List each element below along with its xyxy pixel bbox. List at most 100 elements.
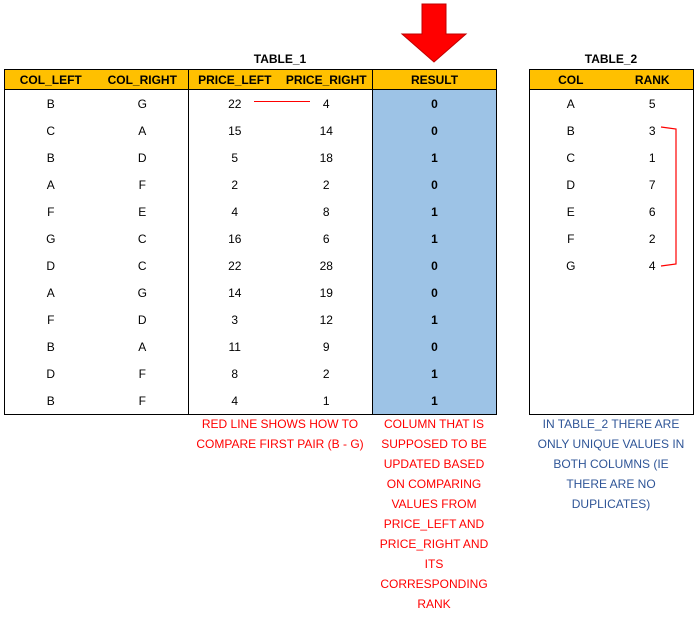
cell-col: G xyxy=(566,258,576,273)
table2-note: IN TABLE_2 THERE ARE ONLY UNIQUE VALUES I… xyxy=(529,414,693,514)
table1-row: B D 5 18 1 xyxy=(5,144,497,171)
table2-empty-row xyxy=(530,387,694,415)
cell-result: 1 xyxy=(372,387,497,415)
empty-cell xyxy=(530,279,612,306)
cell-col-right: G xyxy=(137,285,147,300)
empty-cell xyxy=(612,387,694,415)
table1-header-row: COL_LEFT COL_RIGHT PRICE_LEFT PRICE_RIGH… xyxy=(4,69,497,90)
cell-price-right: 8 xyxy=(322,204,330,219)
empty-cell xyxy=(530,306,612,333)
empty-cell xyxy=(612,333,694,360)
note-line: RANK xyxy=(417,597,451,611)
note-line: ONLY UNIQUE VALUES IN xyxy=(537,437,685,451)
cell-col-left: G xyxy=(46,231,56,246)
table1-row: B A 11 9 0 xyxy=(5,333,497,360)
cell-col: F xyxy=(567,231,575,246)
cell-rank: 5 xyxy=(648,96,656,111)
cell-col: B xyxy=(566,123,575,138)
cell-col-left: F xyxy=(47,204,55,219)
cell-col-left: B xyxy=(46,150,55,165)
cell-price-left: 5 xyxy=(188,144,281,171)
cell-price-right: 1 xyxy=(322,393,330,408)
cell-price-right: 28 xyxy=(319,258,333,273)
cell-col: A xyxy=(566,96,575,111)
cell-price-left: 22 xyxy=(188,252,281,279)
cell-price-left: 4 xyxy=(188,198,281,225)
table1-row: F D 3 12 1 xyxy=(5,306,497,333)
cell-col-right: A xyxy=(138,339,147,354)
table2-header-row: COL RANK xyxy=(529,69,694,90)
red-line-note: RED LINE SHOWS HOW TO COMPARE FIRST PAIR … xyxy=(188,414,372,454)
cell-price-left: 3 xyxy=(188,306,281,333)
note-line: COMPARE FIRST PAIR (B - G) xyxy=(196,437,364,451)
cell-price-left: 2 xyxy=(188,171,281,198)
cell-col-right: F xyxy=(138,366,146,381)
header-result: RESULT xyxy=(372,69,497,90)
empty-cell xyxy=(530,387,612,415)
cell-result: 1 xyxy=(372,360,497,387)
header-col-left: COL_LEFT xyxy=(4,69,97,90)
table1-row: A F 2 2 0 xyxy=(5,171,497,198)
cell-result: 1 xyxy=(372,144,497,171)
note-line: ITS xyxy=(424,557,444,571)
cell-col-left: B xyxy=(46,339,55,354)
cell-col-right: E xyxy=(138,204,147,219)
cell-price-left: 14 xyxy=(188,279,281,306)
cell-result: 0 xyxy=(372,279,497,306)
table1-row: A G 14 19 0 xyxy=(5,279,497,306)
note-line: CORRESPONDING xyxy=(380,577,488,591)
cell-col-right: D xyxy=(137,150,147,165)
note-line: PRICE_RIGHT AND xyxy=(379,537,489,551)
cell-rank: 4 xyxy=(648,258,656,273)
cell-rank: 7 xyxy=(648,177,656,192)
cell-col-right: C xyxy=(137,258,147,273)
note-line: UPDATED BASED xyxy=(383,457,485,471)
cell-col-right: F xyxy=(138,177,146,192)
cell-price-right: 12 xyxy=(319,312,333,327)
cell-price-left: 16 xyxy=(188,225,281,252)
cell-col-left: F xyxy=(47,312,55,327)
empty-cell xyxy=(612,279,694,306)
cell-col-right: C xyxy=(137,231,147,246)
table2-empty-row xyxy=(530,333,694,360)
cell-result: 0 xyxy=(372,117,497,144)
header-rank: RANK xyxy=(611,69,694,90)
note-line: COLUMN THAT IS xyxy=(383,417,484,431)
table1-row: D C 22 28 0 xyxy=(5,252,497,279)
cell-result: 0 xyxy=(372,89,497,117)
table1-row: G C 16 6 1 xyxy=(5,225,497,252)
header-price-left: PRICE_LEFT xyxy=(188,69,281,90)
header-col: COL xyxy=(529,69,612,90)
cell-price-right: 4 xyxy=(322,96,330,111)
cell-col: E xyxy=(566,204,575,219)
cell-result: 0 xyxy=(372,252,497,279)
table2-title: TABLE_2 xyxy=(584,52,638,66)
down-arrow-icon xyxy=(400,3,468,63)
result-column-note: COLUMN THAT IS SUPPOSED TO BE UPDATED BASE… xyxy=(372,414,496,614)
note-line: BOTH COLUMNS (IE xyxy=(553,457,669,471)
table1-row: F E 4 8 1 xyxy=(5,198,497,225)
note-line: DUPLICATES) xyxy=(571,497,651,511)
table2-row: A5 xyxy=(530,90,694,118)
cell-price-left: 15 xyxy=(188,117,281,144)
cell-result: 1 xyxy=(372,306,497,333)
cell-col-right: G xyxy=(137,96,147,111)
note-line: VALUES FROM xyxy=(391,497,477,511)
table1-title: TABLE_1 xyxy=(253,52,307,66)
table2-empty-row xyxy=(530,306,694,333)
cell-price-right: 19 xyxy=(319,285,333,300)
cell-col-left: A xyxy=(46,177,55,192)
cell-col-right: D xyxy=(137,312,147,327)
cell-price-right: 14 xyxy=(319,123,333,138)
cell-result: 0 xyxy=(372,171,497,198)
note-line: IN TABLE_2 THERE ARE xyxy=(542,417,680,431)
cell-col-left: B xyxy=(46,393,55,408)
note-line: ON COMPARING xyxy=(386,477,482,491)
cell-price-left: 8 xyxy=(188,360,281,387)
cell-result: 0 xyxy=(372,333,497,360)
cell-col-right: F xyxy=(138,393,146,408)
cell-price-right: 18 xyxy=(319,150,333,165)
cell-rank: 2 xyxy=(648,231,656,246)
cell-price-right: 6 xyxy=(322,231,330,246)
note-line: SUPPOSED TO BE xyxy=(381,437,487,451)
